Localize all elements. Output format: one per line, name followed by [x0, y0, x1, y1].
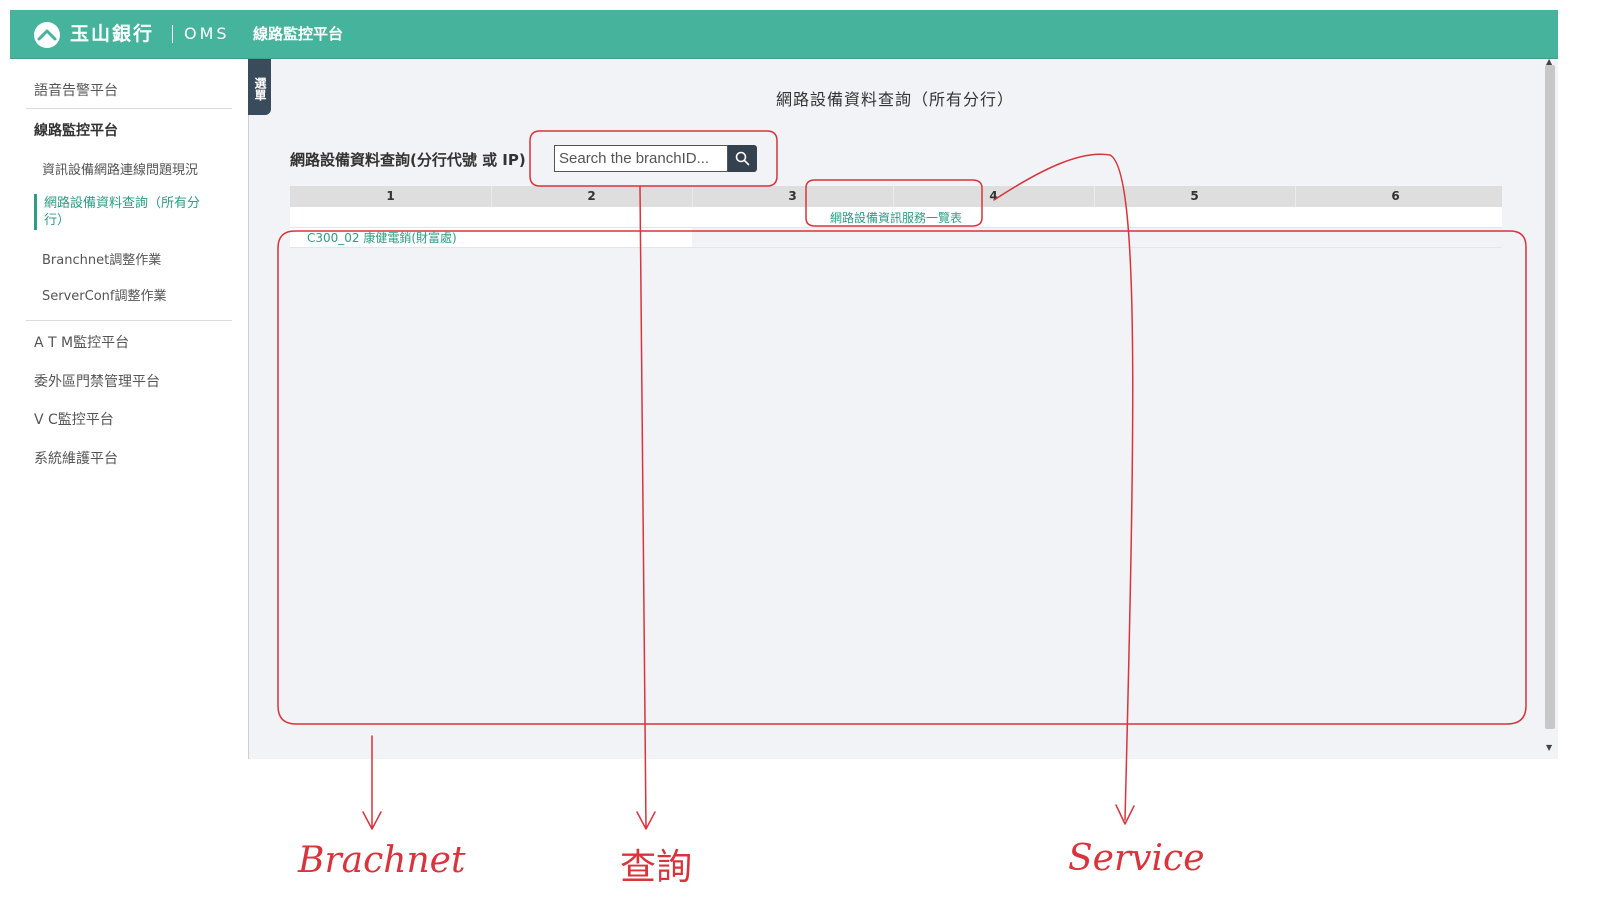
sidebar-item-system-maintenance[interactable]: 系統維護平台 [34, 448, 118, 468]
system-name: OMS [184, 24, 230, 43]
scroll-down-arrow-icon[interactable]: ▼ [1546, 743, 1552, 752]
column-header: 2 [587, 189, 596, 203]
annotation-service: Service [1068, 838, 1205, 879]
annotation-brachnet: Brachnet [298, 840, 466, 881]
sidebar-item-vc-monitor[interactable]: V C監控平台 [34, 409, 114, 429]
column-header: 3 [788, 189, 797, 203]
sidebar-item-atm-monitor[interactable]: A T M監控平台 [34, 332, 129, 352]
sidebar-item-serverconf[interactable]: ServerConf調整作業 [42, 285, 166, 304]
sidebar-divider [26, 108, 232, 109]
search-label: 網路設備資料查詢(分行代號 或 IP) [290, 151, 526, 169]
sidebar-item-voice-alert[interactable]: 語音告警平台 [34, 80, 118, 100]
top-navbar: 玉山銀行 OMS 線路監控平台 [10, 10, 1558, 59]
column-header: 1 [386, 189, 395, 203]
main-panel: 網路設備資料查詢（所有分行） 網路設備資料查詢(分行代號 或 IP) 1 2 3… [249, 57, 1558, 759]
sidebar-item-device-query[interactable]: 網路設備資料查詢（所有分行） [44, 195, 214, 229]
table-row: 網路設備資訊服務一覽表 [290, 207, 1502, 228]
vertical-scrollbar[interactable] [1545, 65, 1555, 729]
search-input[interactable] [554, 145, 728, 172]
brand-divider [172, 25, 173, 43]
branch-link[interactable]: C300_02 康健電銷(財富處) [307, 229, 457, 246]
sidebar: 語音告警平台 線路監控平台 資訊設備網路連線問題現況 網路設備資料查詢（所有分行… [10, 59, 249, 759]
annotation-query: 查詢 [620, 847, 693, 888]
platform-title[interactable]: 線路監控平台 [253, 20, 343, 48]
search-icon [735, 151, 750, 166]
bank-logo-icon [34, 22, 60, 48]
sidebar-item-line-monitor[interactable]: 線路監控平台 [34, 120, 118, 140]
sidebar-item-access-control[interactable]: 委外區門禁管理平台 [34, 371, 160, 391]
sidebar-divider [26, 320, 232, 321]
brand-name: 玉山銀行 [70, 23, 155, 45]
search-button[interactable] [728, 145, 757, 172]
sidebar-item-connection-status[interactable]: 資訊設備網路連線問題現況 [42, 159, 198, 178]
table-row: C300_02 康健電銷(財富處) [290, 228, 1502, 248]
page-title: 網路設備資料查詢（所有分行） [775, 90, 1014, 109]
column-header: 5 [1190, 189, 1199, 203]
column-header: 4 [989, 189, 998, 203]
table-cell: C300_02 康健電銷(財富處) [290, 228, 692, 247]
service-list-link[interactable]: 網路設備資訊服務一覽表 [290, 209, 1502, 226]
menu-toggle-tab[interactable]: 選單 [248, 59, 271, 115]
active-indicator [34, 194, 37, 230]
sidebar-item-branchnet[interactable]: Branchnet調整作業 [42, 249, 161, 268]
grid-header: 1 2 3 4 5 6 [290, 186, 1502, 207]
column-header: 6 [1391, 189, 1400, 203]
